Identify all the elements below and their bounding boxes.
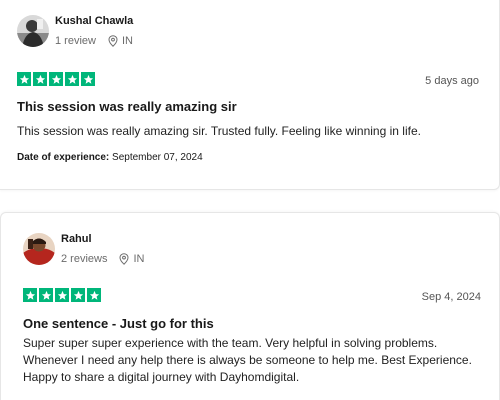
star-icon: [33, 72, 47, 86]
reviews-page: Kushal Chawla 1 review IN 5 days ago Thi…: [0, 0, 500, 400]
review-body: This session was really amazing sir. Tru…: [17, 124, 421, 138]
review-posted-date: Sep 4, 2024: [421, 291, 481, 303]
star-icon: [65, 72, 79, 86]
review-body-line: Super super super experience with the te…: [23, 336, 438, 350]
review-count: 2 reviews: [61, 253, 108, 265]
reviewer-country: IN: [133, 253, 145, 265]
review-card: Kushal Chawla 1 review IN 5 days ago Thi…: [0, 0, 500, 190]
review-count: 1 review: [55, 35, 96, 47]
star-icon: [55, 288, 69, 302]
date-of-experience-value: September 07, 2024: [112, 152, 203, 163]
star-icon: [49, 72, 63, 86]
reviewer-name[interactable]: Rahul: [61, 232, 144, 246]
reviewer-country: IN: [121, 35, 133, 47]
star-icon: [71, 288, 85, 302]
review-posted-date: 5 days ago: [425, 75, 479, 87]
star-rating: [17, 72, 95, 86]
review-body: Super super super experience with the te…: [23, 335, 483, 386]
star-rating: [23, 288, 101, 302]
review-body-line: Happy to share a digital journey with Da…: [23, 370, 300, 384]
date-of-experience: Date of experience: September 07, 2024: [17, 151, 203, 165]
star-icon: [17, 72, 31, 86]
reviewer-avatar[interactable]: [17, 15, 49, 47]
reviewer-profile[interactable]: Kushal Chawla 1 review IN: [17, 14, 133, 48]
reviewer-profile[interactable]: Rahul 2 reviews IN: [23, 232, 144, 266]
date-of-experience-label: Date of experience:: [17, 152, 110, 163]
location-pin-icon: [119, 253, 129, 265]
review-card: Rahul 2 reviews IN Sep 4, 2024 One sente…: [0, 212, 500, 400]
reviewer-avatar[interactable]: [23, 233, 55, 265]
star-icon: [81, 72, 95, 86]
star-icon: [87, 288, 101, 302]
star-icon: [39, 288, 53, 302]
review-title[interactable]: One sentence - Just go for this: [23, 315, 214, 332]
location-pin-icon: [108, 35, 118, 47]
review-title[interactable]: This session was really amazing sir: [17, 98, 237, 115]
star-icon: [23, 288, 37, 302]
reviewer-name[interactable]: Kushal Chawla: [55, 14, 133, 28]
review-body-line: Whenever I need any help there is always…: [23, 353, 472, 367]
